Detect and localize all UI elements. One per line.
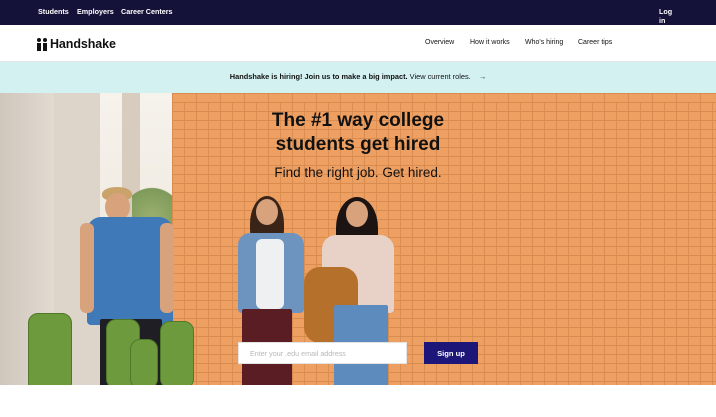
topbar-link-career-centers[interactable]: Career Centers [121, 7, 173, 16]
top-utility-bar: Students Employers Career Centers Log in [0, 0, 716, 25]
arrow-right-icon[interactable]: → [479, 72, 486, 81]
banner-bold-text: Handshake is hiring! Join us to make a b… [229, 72, 408, 81]
banner-link[interactable]: View current roles. [410, 72, 471, 81]
nav-overview[interactable]: Overview [425, 39, 454, 46]
nav-career-tips[interactable]: Career tips [578, 39, 612, 46]
hero-headline-line-1: The #1 way college [271, 110, 445, 131]
topbar-link-students[interactable]: Students [38, 7, 69, 16]
hero-headline-line-2: students get hired [275, 134, 441, 155]
nav-whos-hiring[interactable]: Who's hiring [525, 39, 563, 46]
sign-up-button[interactable]: Sign up [424, 342, 478, 364]
hiring-banner: Handshake is hiring! Join us to make a b… [0, 62, 716, 93]
banner-text: Handshake is hiring! Join us to make a b… [0, 72, 716, 81]
handshake-logo-icon [37, 37, 48, 51]
hero-headline: The #1 way college students get hired [250, 109, 466, 157]
brand-name: Handshake [50, 37, 116, 51]
site-header: Handshake Overview How it works Who's hi… [0, 25, 716, 62]
hero-subheadline: Find the right job. Get hired. [274, 165, 442, 180]
page-bottom-section [0, 385, 716, 417]
topbar-link-employers[interactable]: Employers [77, 7, 114, 16]
brand-logo[interactable]: Handshake [37, 36, 116, 52]
nav-how-it-works[interactable]: How it works [470, 39, 510, 46]
login-link[interactable]: Log in [659, 7, 673, 25]
email-field[interactable] [238, 342, 407, 364]
